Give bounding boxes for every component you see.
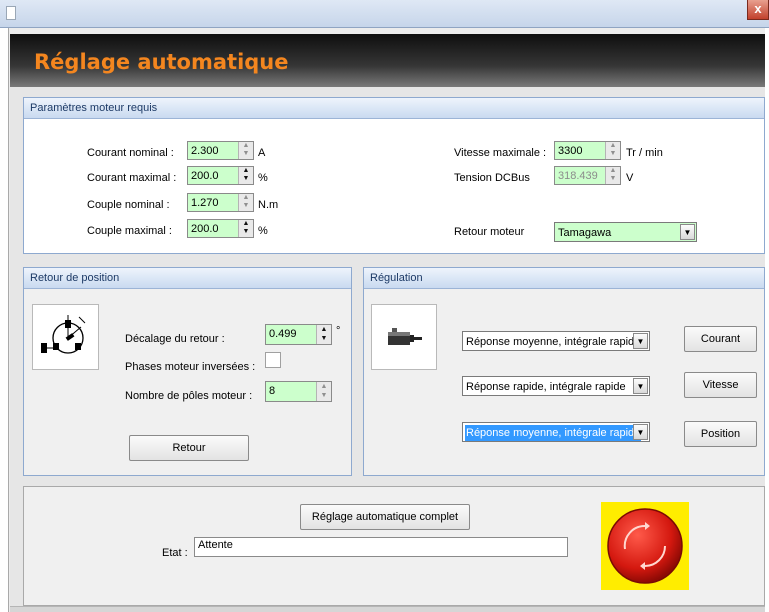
tension-dcbus-label: Tension DCBus bbox=[454, 172, 530, 184]
decalage-label: Décalage du retour : bbox=[125, 333, 225, 345]
couple-maximal-input[interactable]: 200.0 ▲ ▼ bbox=[187, 219, 254, 238]
field-value: 3300 bbox=[558, 145, 583, 157]
couple-nominal-unit: N.m bbox=[258, 199, 279, 211]
position-button[interactable]: Position bbox=[684, 421, 757, 447]
spinner-arrows-icon[interactable]: ▲ ▼ bbox=[238, 194, 253, 211]
courant-maximal-input[interactable]: 200.0 ▲ ▼ bbox=[187, 166, 254, 185]
app-icon bbox=[6, 6, 16, 20]
spinner-arrows-icon[interactable]: ▲ ▼ bbox=[238, 220, 253, 237]
position-feedback-panel: Retour de position Décalage du retour : … bbox=[23, 267, 352, 476]
courant-nominal-label: Courant nominal : bbox=[87, 147, 174, 159]
tension-dcbus-unit: V bbox=[626, 172, 634, 184]
vitesse-maximale-unit: Tr / min bbox=[626, 147, 663, 159]
field-value: 200.0 bbox=[191, 170, 219, 182]
chevron-down-icon[interactable]: ▼ bbox=[680, 224, 695, 240]
nb-poles-label: Nombre de pôles moteur : bbox=[125, 390, 253, 402]
select-value: Réponse moyenne, intégrale rapide bbox=[466, 336, 641, 348]
phases-inversees-checkbox[interactable] bbox=[265, 352, 281, 368]
window-left-frame bbox=[0, 28, 9, 612]
panel-title: Paramètres moteur requis bbox=[24, 98, 764, 119]
encoder-icon bbox=[32, 304, 99, 370]
spinner-arrows-icon: ▲ ▼ bbox=[605, 167, 620, 184]
chevron-down-icon[interactable]: ▼ bbox=[633, 378, 648, 394]
regulation-position-select[interactable]: Réponse moyenne, intégrale rapide ▼ bbox=[462, 422, 650, 442]
spinner-arrows-icon[interactable]: ▲ ▼ bbox=[316, 382, 331, 401]
regulation-courant-select[interactable]: Réponse moyenne, intégrale rapide ▼ bbox=[462, 331, 650, 351]
select-value: Réponse moyenne, intégrale rapide bbox=[465, 425, 642, 441]
etat-label: Etat : bbox=[162, 547, 188, 559]
select-value: Tamagawa bbox=[558, 227, 612, 239]
panel-title: Retour de position bbox=[24, 268, 351, 289]
decalage-input[interactable]: 0.499 ▲ ▼ bbox=[265, 324, 332, 345]
full-autotune-button[interactable]: Réglage automatique complet bbox=[300, 504, 470, 530]
phases-inversees-label: Phases moteur inversées : bbox=[125, 361, 256, 373]
chevron-down-icon[interactable]: ▼ bbox=[633, 333, 648, 349]
panel-title: Régulation bbox=[364, 268, 764, 289]
spinner-arrows-icon[interactable]: ▲ ▼ bbox=[238, 142, 253, 159]
spinner-arrows-icon[interactable]: ▲ ▼ bbox=[238, 167, 253, 184]
courant-maximal-unit: % bbox=[258, 172, 268, 184]
regulation-panel: Régulation Réponse moyenne, intégrale ra… bbox=[363, 267, 765, 476]
header-banner: Réglage automatique bbox=[10, 34, 765, 87]
field-value: 1.270 bbox=[191, 197, 219, 209]
retour-button[interactable]: Retour bbox=[129, 435, 249, 461]
chevron-down-icon[interactable]: ▼ bbox=[633, 424, 648, 440]
vitesse-maximale-input[interactable]: 3300 ▲ ▼ bbox=[554, 141, 621, 160]
couple-nominal-label: Couple nominal : bbox=[87, 199, 170, 211]
courant-nominal-unit: A bbox=[258, 147, 266, 159]
window-bottom-frame bbox=[10, 606, 765, 612]
field-value: 200.0 bbox=[191, 223, 219, 235]
motor-params-panel: Paramètres moteur requis Courant nominal… bbox=[23, 97, 765, 254]
field-value: 2.300 bbox=[191, 145, 219, 157]
tension-dcbus-input: 318.439 ▲ ▼ bbox=[554, 166, 621, 185]
spinner-arrows-icon[interactable]: ▲ ▼ bbox=[316, 325, 331, 344]
field-value: 318.439 bbox=[558, 170, 598, 182]
window-right-frame bbox=[765, 28, 769, 612]
vitesse-button[interactable]: Vitesse bbox=[684, 372, 757, 398]
courant-button[interactable]: Courant bbox=[684, 326, 757, 352]
close-button[interactable]: x bbox=[747, 0, 769, 20]
decalage-unit: ° bbox=[336, 325, 341, 337]
emergency-stop-icon[interactable] bbox=[601, 502, 689, 590]
couple-nominal-input[interactable]: 1.270 ▲ ▼ bbox=[187, 193, 254, 212]
etat-value: Attente bbox=[198, 539, 233, 551]
retour-moteur-select[interactable]: Tamagawa ▼ bbox=[554, 222, 697, 242]
spinner-arrows-icon[interactable]: ▲ ▼ bbox=[605, 142, 620, 159]
couple-maximal-label: Couple maximal : bbox=[87, 225, 172, 237]
autotune-panel: Réglage automatique complet Etat : Atten… bbox=[23, 486, 765, 606]
courant-nominal-input[interactable]: 2.300 ▲ ▼ bbox=[187, 141, 254, 160]
field-value: 0.499 bbox=[269, 328, 297, 340]
regulation-vitesse-select[interactable]: Réponse rapide, intégrale rapide ▼ bbox=[462, 376, 650, 396]
page-title: Réglage automatique bbox=[34, 50, 289, 74]
couple-maximal-unit: % bbox=[258, 225, 268, 237]
window-titlebar: x bbox=[0, 0, 769, 28]
motor-icon bbox=[371, 304, 437, 370]
retour-moteur-label: Retour moteur bbox=[454, 226, 525, 238]
courant-maximal-label: Courant maximal : bbox=[87, 172, 177, 184]
field-value: 8 bbox=[269, 385, 276, 397]
vitesse-maximale-label: Vitesse maximale : bbox=[454, 147, 547, 159]
select-value: Réponse rapide, intégrale rapide bbox=[466, 381, 626, 393]
nb-poles-input[interactable]: 8 ▲ ▼ bbox=[265, 381, 332, 402]
etat-field: Attente bbox=[194, 537, 568, 557]
